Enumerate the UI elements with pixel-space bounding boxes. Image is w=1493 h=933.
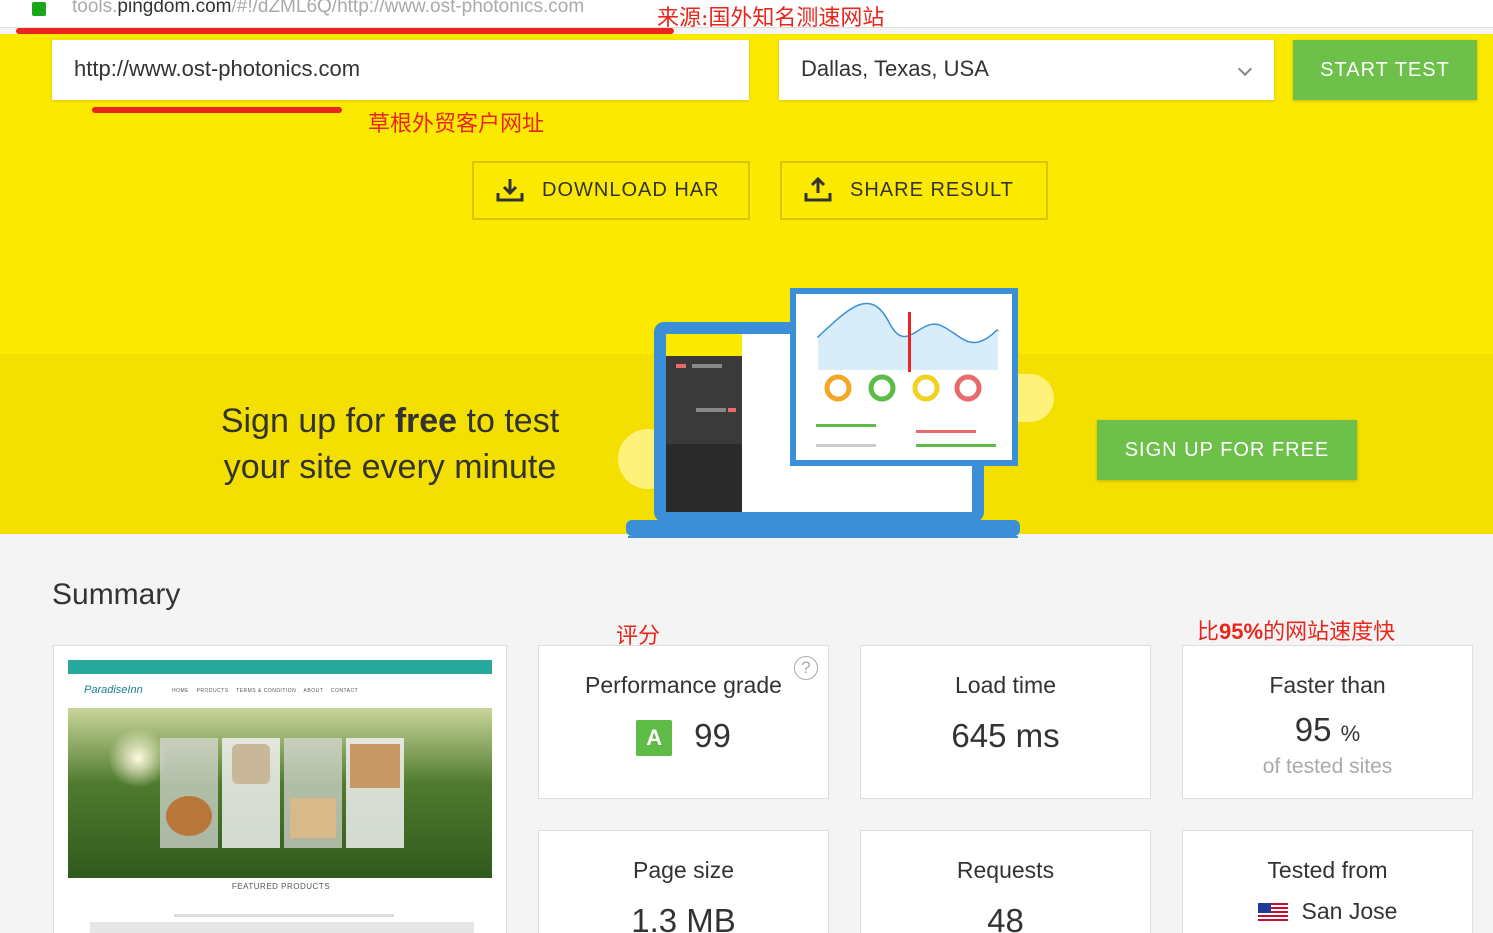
- summary-title: Summary: [52, 578, 181, 611]
- preview-forest-banner: [68, 708, 492, 878]
- preview-nav-item: CONTACT: [330, 688, 359, 694]
- faster-annotation-c: 的网站速度快: [1263, 620, 1396, 645]
- download-har-button[interactable]: DOWNLOAD HAR: [472, 161, 750, 220]
- page-size-label: Page size: [632, 857, 734, 883]
- url-domain: pingdom.com: [117, 0, 232, 17]
- faster-than-label: Faster than: [1269, 672, 1386, 698]
- faster-than-unit: %: [1340, 721, 1361, 746]
- performance-grade-value: A 99: [539, 717, 828, 757]
- preview-nav-item: HOME: [172, 688, 189, 694]
- promo-text: Sign up for free to test your site every…: [180, 398, 600, 490]
- preview-text-line: [174, 914, 394, 917]
- preview-product-image: [350, 744, 400, 788]
- preview-product-image: [290, 798, 336, 838]
- download-har-label: DOWNLOAD HAR: [542, 179, 720, 201]
- preview-product-image: [166, 796, 212, 836]
- start-test-button[interactable]: START TEST: [1293, 40, 1477, 100]
- url-input-value: http://www.ost-photonics.com: [74, 56, 361, 81]
- preview-footer-strip: [90, 922, 474, 933]
- browser-address-bar[interactable]: tools.pingdom.com/#!/dZML6Q/http://www.o…: [0, 0, 1493, 31]
- sign-up-button[interactable]: SIGN UP FOR FREE: [1097, 420, 1357, 480]
- preview-nav-item: TERMS & CONDITION: [236, 688, 297, 694]
- faster-annotation-b: 95%: [1219, 619, 1264, 644]
- faster-annotation: 比95%的网站速度快: [1197, 614, 1395, 646]
- faster-than-card: Faster than 95 % of tested sites: [1182, 645, 1473, 799]
- share-result-label: SHARE RESULT: [850, 179, 1014, 201]
- preview-product-card: [346, 738, 404, 848]
- url-input[interactable]: http://www.ost-photonics.com: [52, 40, 749, 100]
- preview-logo: ParadiseInn: [84, 684, 143, 696]
- promo-text-line2: your site every minute: [223, 448, 557, 486]
- location-value: Dallas, Texas, USA: [801, 56, 989, 81]
- promo-text-free: free: [394, 402, 458, 440]
- faster-annotation-a: 比: [1197, 620, 1220, 645]
- page-size-card: Page size 1.3 MB: [538, 830, 829, 933]
- load-time-value: 645 ms: [951, 717, 1060, 754]
- preview-nav-item: PRODUCTS: [196, 688, 229, 694]
- lock-icon: [32, 2, 46, 16]
- preview-nav: HOME PRODUCTS TERMS & CONDITION ABOUT CO…: [172, 688, 358, 694]
- grade-score: 99: [694, 717, 731, 754]
- client-underline-mark: [92, 107, 342, 113]
- grade-letter-badge: A: [636, 720, 673, 757]
- tested-from-card: Tested from San Jose: [1182, 830, 1473, 933]
- faster-than-sub: of tested sites: [1262, 755, 1393, 778]
- help-icon[interactable]: ?: [794, 656, 818, 680]
- share-result-button[interactable]: SHARE RESULT: [780, 161, 1048, 220]
- performance-grade-card: ? Performance grade A 99: [538, 645, 829, 799]
- download-icon: [496, 179, 524, 202]
- preview-product-image: [232, 744, 270, 784]
- load-time-label: Load time: [954, 672, 1056, 698]
- performance-grade-label: Performance grade: [585, 672, 782, 698]
- url-prefix: tools.: [72, 0, 118, 17]
- promo-text-c: to test: [457, 402, 560, 440]
- client-url-annotation: 草根外贸客户网址: [368, 112, 545, 137]
- location-select[interactable]: Dallas, Texas, USA: [779, 40, 1274, 100]
- chevron-down-icon: [1237, 61, 1253, 77]
- preview-topbar: [68, 660, 492, 674]
- browser-url[interactable]: tools.pingdom.com/#!/dZML6Q/http://www.o…: [72, 0, 584, 18]
- preview-featured-heading: FEATURED PRODUCTS: [231, 882, 331, 891]
- page-size-value: 1.3 MB: [631, 902, 736, 933]
- upload-icon: [804, 177, 832, 202]
- faster-than-value: 95 %: [1183, 711, 1472, 749]
- requests-card: Requests 48: [860, 830, 1151, 933]
- tested-from-label: Tested from: [1267, 857, 1388, 883]
- load-time-card: Load time 645 ms: [860, 645, 1151, 799]
- preview-product-card: [284, 738, 342, 848]
- promo-text-a: Sign up for: [220, 402, 395, 440]
- source-annotation: 来源:国外知名测速网站: [657, 6, 885, 31]
- laptop-dashboard-illustration: [626, 288, 1020, 538]
- faster-than-number: 95: [1294, 711, 1332, 748]
- preview-product-card: [160, 738, 218, 848]
- url-path: /#!/dZML6Q/http://www.ost-photonics.com: [231, 0, 585, 17]
- site-screenshot-preview: ParadiseInn HOME PRODUCTS TERMS & CONDIT…: [53, 645, 507, 933]
- preview-product-card: [222, 738, 280, 848]
- preview-sun: [108, 728, 168, 788]
- requests-label: Requests: [956, 857, 1055, 883]
- requests-value: 48: [987, 902, 1024, 933]
- tested-from-city: San Jose: [1301, 898, 1398, 924]
- us-flag-icon: [1257, 902, 1288, 923]
- preview-nav-item: ABOUT: [303, 688, 324, 694]
- tested-from-value: San Jose: [1183, 898, 1472, 925]
